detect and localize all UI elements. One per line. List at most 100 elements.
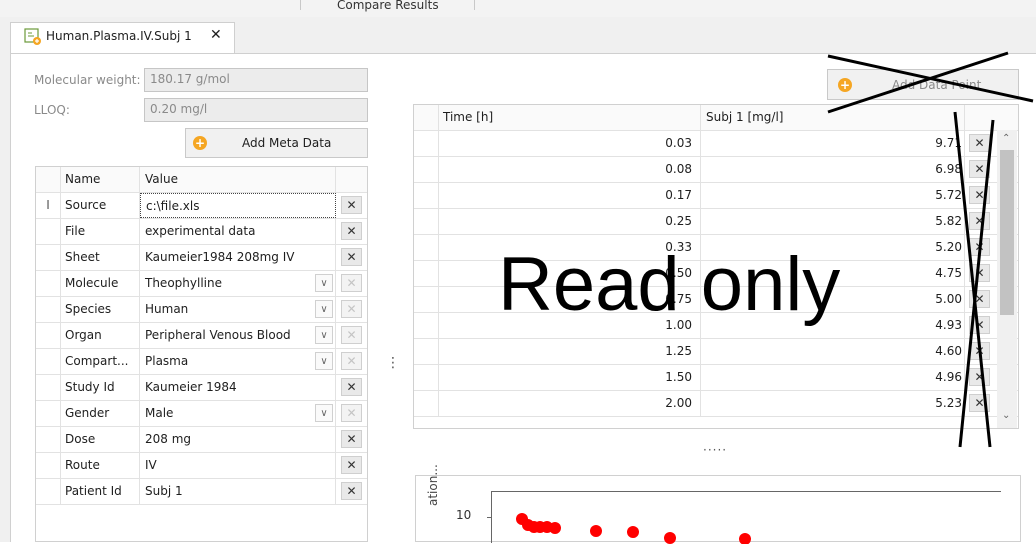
remove-icon[interactable]: ✕ [969, 342, 990, 360]
column-header-value[interactable]: Value [140, 167, 336, 192]
data-table-row[interactable]: 1.50 4.96 ✕ [414, 365, 1018, 391]
remove-icon[interactable]: ✕ [969, 264, 990, 282]
meta-value-cell[interactable]: Theophylline ∨ [140, 271, 336, 296]
remove-icon[interactable]: ✕ [969, 134, 990, 152]
remove-icon[interactable]: ✕ [969, 368, 990, 386]
plot-area[interactable] [487, 491, 1001, 544]
remove-icon[interactable]: ✕ [969, 212, 990, 230]
remove-icon[interactable]: ✕ [341, 456, 362, 474]
meta-table-row[interactable]: I Source c:\file.xls ✕ [36, 193, 367, 219]
meta-name-cell[interactable]: Gender [60, 401, 140, 426]
meta-name-cell[interactable]: Species [60, 297, 140, 322]
remove-icon[interactable]: ✕ [341, 248, 362, 266]
meta-table-row[interactable]: Gender Male ∨ ✕ [36, 401, 367, 427]
chevron-down-icon[interactable]: ∨ [315, 300, 333, 318]
left-edge-panel [0, 53, 11, 542]
data-table-row[interactable]: 2.00 5.23 ✕ [414, 391, 1018, 417]
column-header-subj1[interactable]: Subj 1 [mg/l] [701, 105, 965, 130]
horizontal-splitter[interactable]: ····· [703, 443, 727, 457]
data-table-row[interactable]: 0.25 5.82 ✕ [414, 209, 1018, 235]
remove-icon[interactable]: ✕ [969, 160, 990, 178]
remove-icon[interactable]: ✕ [341, 274, 362, 292]
remove-icon[interactable]: ✕ [341, 326, 362, 344]
meta-value-cell[interactable]: c:\file.xls [140, 193, 336, 218]
meta-table-row[interactable]: Molecule Theophylline ∨ ✕ [36, 271, 367, 297]
meta-name-cell[interactable]: Molecule [60, 271, 140, 296]
compare-results-button[interactable]: Compare Results [337, 0, 439, 12]
chevron-down-icon[interactable]: ∨ [315, 352, 333, 370]
data-table-row[interactable]: 1.25 4.60 ✕ [414, 339, 1018, 365]
add-data-point-button[interactable]: + Add Data Point [827, 69, 1019, 100]
meta-table-row[interactable]: Route IV ✕ [36, 453, 367, 479]
meta-value-cell[interactable]: Male ∨ [140, 401, 336, 426]
meta-table-row[interactable]: Compart... Plasma ∨ ✕ [36, 349, 367, 375]
meta-value-cell[interactable]: 208 mg [140, 427, 336, 452]
meta-value-cell[interactable]: Subj 1 [140, 479, 336, 504]
meta-name-cell[interactable]: Sheet [60, 245, 140, 270]
vertical-splitter[interactable]: ⋮ [386, 355, 400, 371]
chevron-down-icon[interactable]: ∨ [315, 326, 333, 344]
row-indicator [36, 375, 61, 400]
remove-icon[interactable]: ✕ [969, 238, 990, 256]
remove-icon[interactable]: ✕ [341, 222, 362, 240]
meta-action-cell: ✕ [336, 323, 367, 348]
data-table-row[interactable]: 0.17 5.72 ✕ [414, 183, 1018, 209]
row-indicator [414, 209, 439, 234]
remove-icon[interactable]: ✕ [341, 378, 362, 396]
remove-icon[interactable]: ✕ [341, 196, 362, 214]
meta-name-cell[interactable]: Study Id [60, 375, 140, 400]
meta-value-cell[interactable]: Human ∨ [140, 297, 336, 322]
document-tab[interactable]: Human.Plasma.IV.Subj 1 ✕ [10, 22, 235, 54]
column-header-name[interactable]: Name [60, 167, 140, 192]
remove-icon[interactable]: ✕ [341, 300, 362, 318]
meta-name-cell[interactable]: File [60, 219, 140, 244]
meta-value-cell[interactable]: Kaumeier 1984 [140, 375, 336, 400]
remove-icon[interactable]: ✕ [341, 430, 362, 448]
meta-name-cell[interactable]: Dose [60, 427, 140, 452]
data-point [590, 525, 602, 537]
row-indicator [414, 365, 439, 390]
remove-icon[interactable]: ✕ [341, 404, 362, 422]
meta-action-cell: ✕ [336, 219, 367, 244]
meta-table-row[interactable]: Patient Id Subj 1 ✕ [36, 479, 367, 505]
value-cell: 5.82 [701, 209, 965, 234]
remove-icon[interactable]: ✕ [969, 186, 990, 204]
meta-table-row[interactable]: File experimental data ✕ [36, 219, 367, 245]
add-meta-data-button[interactable]: + Add Meta Data [185, 128, 368, 158]
scroll-up-icon[interactable]: ⌃ [1002, 133, 1010, 144]
chevron-down-icon[interactable]: ∨ [315, 404, 333, 422]
meta-table-row[interactable]: Dose 208 mg ✕ [36, 427, 367, 453]
meta-name-cell[interactable]: Patient Id [60, 479, 140, 504]
meta-value-cell[interactable]: Peripheral Venous Blood ∨ [140, 323, 336, 348]
scroll-thumb[interactable] [1000, 150, 1014, 315]
remove-icon[interactable]: ✕ [341, 352, 362, 370]
remove-icon[interactable]: ✕ [969, 316, 990, 334]
row-indicator [36, 427, 61, 452]
meta-table-row[interactable]: Organ Peripheral Venous Blood ∨ ✕ [36, 323, 367, 349]
meta-action-cell: ✕ [336, 245, 367, 270]
meta-table-row[interactable]: Sheet Kaumeier1984 208mg IV ✕ [36, 245, 367, 271]
meta-name-cell[interactable]: Source [60, 193, 140, 218]
remove-icon[interactable]: ✕ [969, 394, 990, 412]
meta-action-cell: ✕ [336, 271, 367, 296]
value-cell: 5.72 [701, 183, 965, 208]
meta-value-cell[interactable]: IV [140, 453, 336, 478]
column-header-time[interactable]: Time [h] [438, 105, 701, 130]
meta-name-cell[interactable]: Organ [60, 323, 140, 348]
scroll-down-icon[interactable]: ⌄ [1002, 410, 1010, 421]
row-indicator [414, 287, 439, 312]
meta-table-row[interactable]: Study Id Kaumeier 1984 ✕ [36, 375, 367, 401]
meta-table-row[interactable]: Species Human ∨ ✕ [36, 297, 367, 323]
lloq-field: 0.20 mg/l [144, 98, 368, 122]
meta-value-cell[interactable]: Kaumeier1984 208mg IV [140, 245, 336, 270]
meta-name-cell[interactable]: Route [60, 453, 140, 478]
meta-name-cell[interactable]: Compart... [60, 349, 140, 374]
chevron-down-icon[interactable]: ∨ [315, 274, 333, 292]
data-table-row[interactable]: 0.08 6.98 ✕ [414, 157, 1018, 183]
remove-icon[interactable]: ✕ [969, 290, 990, 308]
remove-icon[interactable]: ✕ [341, 482, 362, 500]
data-table-row[interactable]: 0.03 9.71 ✕ [414, 131, 1018, 157]
meta-value-cell[interactable]: Plasma ∨ [140, 349, 336, 374]
meta-value-cell[interactable]: experimental data [140, 219, 336, 244]
close-icon[interactable]: ✕ [210, 27, 222, 43]
